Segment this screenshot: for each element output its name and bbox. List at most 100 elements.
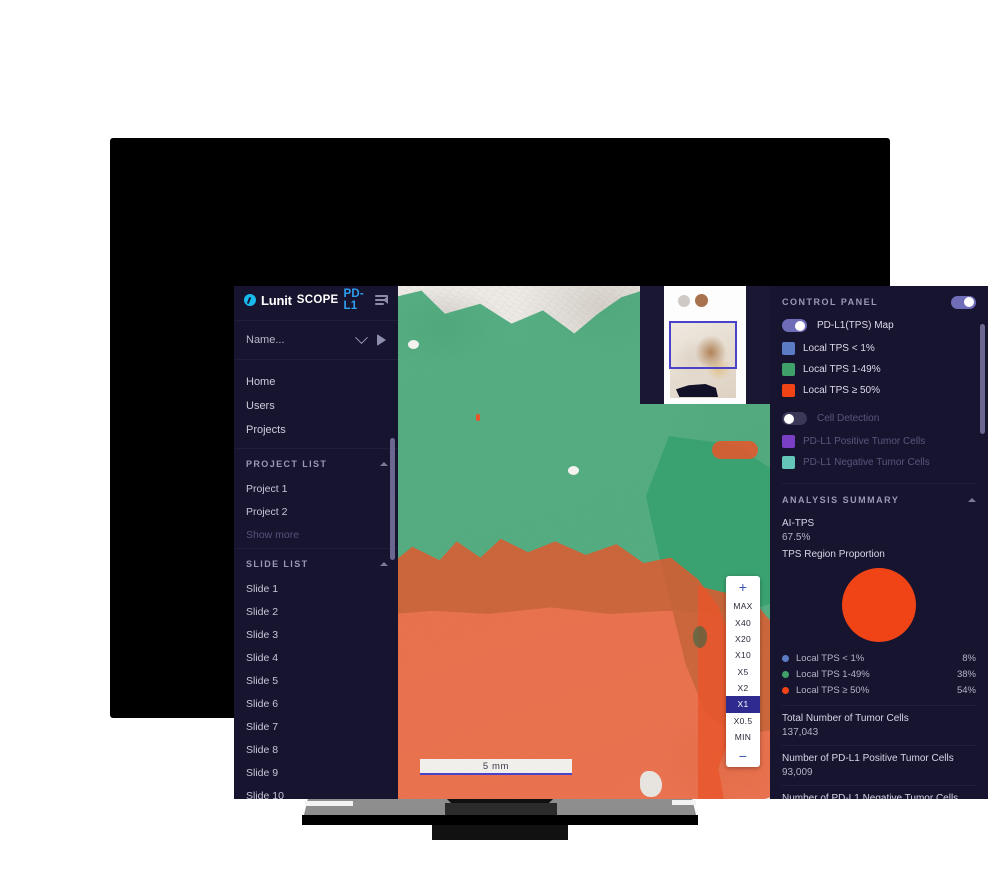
panel-divider: [782, 483, 976, 484]
slide-viewer[interactable]: + MAX X40 X20 X10 X5 X2 X1 X0.5 MIN − 5 …: [398, 286, 770, 799]
user-select[interactable]: Name...: [246, 330, 372, 346]
arrow-right-icon[interactable]: [372, 331, 390, 349]
cell-detection-header: Cell Detection: [782, 408, 976, 429]
cell-detection-toggle[interactable]: [782, 412, 807, 425]
pdl1-negative-cells-label: Number of PD-L1 Negative Tumor Cells: [782, 785, 976, 799]
list-item[interactable]: Slide 6: [234, 692, 398, 715]
color-swatch-tps-high: [782, 384, 795, 397]
sidebar-item-projects[interactable]: Projects: [234, 418, 398, 442]
brand-product: PD-L1: [343, 288, 364, 312]
legend-label: Local TPS 1-49%: [803, 364, 881, 375]
monitor-stand-highlight-left: [305, 801, 353, 806]
zoom-level-x2[interactable]: X2: [726, 680, 760, 696]
list-item[interactable]: Slide 10: [234, 784, 398, 800]
zoom-level-max[interactable]: MAX: [726, 598, 760, 614]
zoom-control[interactable]: + MAX X40 X20 X10 X5 X2 X1 X0.5 MIN −: [726, 576, 760, 768]
show-more-link[interactable]: Show more: [234, 523, 398, 546]
legend-label: PD-L1 Positive Tumor Cells: [803, 436, 926, 447]
tissue-gap: [408, 340, 419, 349]
caret-up-icon: [380, 462, 388, 466]
slide-minimap[interactable]: [640, 286, 770, 404]
project-list-header[interactable]: PROJECT LIST: [234, 449, 398, 477]
zoom-level-x40[interactable]: X40: [726, 614, 760, 630]
scale-bar: 5 mm: [420, 759, 572, 775]
scale-bar-label: 5 mm: [482, 760, 510, 772]
monitor-bezel: Lunit SCOPE PD-L1 Name... Home Users Pro…: [110, 138, 988, 799]
color-swatch-tps-mid: [782, 363, 795, 376]
control-panel-master-toggle[interactable]: [951, 295, 976, 309]
ai-tps-label: AI-TPS: [782, 518, 815, 529]
minimap-specimen-dot: [678, 295, 690, 307]
total-tumor-cells-label: Total Number of Tumor Cells: [782, 705, 976, 724]
legend-item-tps-high[interactable]: Local TPS ≥ 50%: [782, 380, 976, 401]
control-panel-header: CONTROL PANEL: [782, 286, 976, 312]
tps-region-proportion-label: TPS Region Proportion: [782, 549, 885, 560]
sidebar-scrollbar[interactable]: [390, 438, 395, 560]
list-item[interactable]: Project 2: [234, 500, 398, 523]
zoom-level-x10[interactable]: X10: [726, 647, 760, 663]
minimap-specimen-dot: [695, 294, 708, 307]
brand-row: Lunit SCOPE PD-L1: [234, 286, 398, 314]
legend-label: Local TPS ≥ 50%: [803, 385, 881, 396]
list-item[interactable]: Slide 9: [234, 761, 398, 784]
tps-high-region: [712, 441, 758, 459]
list-item[interactable]: Slide 8: [234, 738, 398, 761]
zoom-level-x5[interactable]: X5: [726, 664, 760, 680]
list-item[interactable]: Slide 7: [234, 715, 398, 738]
zoom-out-button[interactable]: −: [726, 745, 760, 765]
tps-pie-chart: [782, 568, 976, 642]
slide-list-section: SLIDE LIST Slide 1 Slide 2 Slide 3 Slide…: [234, 548, 398, 799]
sidebar-item-home[interactable]: Home: [234, 370, 398, 394]
cell-detection-group: Cell Detection PD-L1 Positive Tumor Cell…: [782, 405, 976, 477]
list-item[interactable]: Slide 1: [234, 577, 398, 600]
pie-legend-item-low: Local TPS < 1% 8%: [782, 650, 976, 666]
minimap-viewport-rect[interactable]: [669, 321, 737, 369]
legend-label: Local TPS < 1%: [803, 343, 875, 354]
analysis-summary-header[interactable]: ANALYSIS SUMMARY: [782, 488, 976, 512]
zoom-level-x1[interactable]: X1: [726, 696, 760, 713]
tps-high-region: [476, 414, 480, 421]
collapse-sidebar-icon[interactable]: [375, 294, 389, 306]
pie-legend-item-high: Local TPS ≥ 50% 54%: [782, 682, 976, 698]
sidebar: Lunit SCOPE PD-L1 Name... Home Users Pro…: [234, 286, 398, 799]
legend-item-tps-low[interactable]: Local TPS < 1%: [782, 338, 976, 359]
zoom-in-button[interactable]: +: [726, 578, 760, 598]
legend-item-tps-mid[interactable]: Local TPS 1-49%: [782, 359, 976, 380]
list-item[interactable]: Slide 3: [234, 623, 398, 646]
pdl1-map-group: PD-L1(TPS) Map Local TPS < 1% Local TPS …: [782, 312, 976, 405]
legend-label: Local TPS < 1%: [796, 652, 865, 664]
sidebar-item-users[interactable]: Users: [234, 394, 398, 418]
legend-dot-tps-low: [782, 654, 789, 662]
chevron-down-icon: [355, 330, 368, 344]
legend-item-pdl1-positive[interactable]: PD-L1 Positive Tumor Cells: [782, 431, 976, 452]
user-select-row: Name...: [234, 320, 398, 360]
list-item[interactable]: Slide 2: [234, 600, 398, 623]
legend-value: 54%: [956, 684, 976, 696]
control-panel-scrollbar[interactable]: [980, 324, 985, 434]
list-item[interactable]: Project 1: [234, 477, 398, 500]
project-list-section: PROJECT LIST Project 1 Project 2 Show mo…: [234, 448, 398, 548]
legend-item-pdl1-negative[interactable]: PD-L1 Negative Tumor Cells: [782, 452, 976, 473]
tissue-gap: [640, 771, 662, 797]
zoom-level-x20[interactable]: X20: [726, 631, 760, 647]
legend-dot-tps-mid: [782, 670, 789, 678]
pdl1-map-toggle[interactable]: [782, 319, 807, 332]
brand-lunit: Lunit: [261, 292, 292, 308]
list-item[interactable]: Slide 4: [234, 646, 398, 669]
legend-dot-tps-high: [782, 686, 789, 694]
legend-label: Local TPS ≥ 50%: [796, 684, 870, 696]
monitor-stand-bar: [302, 815, 698, 825]
list-item[interactable]: Slide 5: [234, 669, 398, 692]
zoom-level-x05[interactable]: X0.5: [726, 713, 760, 729]
legend-value: 38%: [956, 668, 976, 680]
zoom-level-min[interactable]: MIN: [726, 729, 760, 745]
primary-nav: Home Users Projects: [234, 360, 398, 448]
color-swatch-pdl1-positive: [782, 435, 795, 448]
color-swatch-tps-low: [782, 342, 795, 355]
total-tumor-cells-value: 137,043: [782, 727, 819, 738]
screenshot-stage: Lunit SCOPE PD-L1 Name... Home Users Pro…: [0, 0, 1000, 896]
monitor-stand-highlight-right: [672, 800, 696, 805]
tissue-gap: [568, 466, 579, 475]
slide-list-title: SLIDE LIST: [246, 559, 309, 569]
slide-list-header[interactable]: SLIDE LIST: [234, 549, 398, 577]
